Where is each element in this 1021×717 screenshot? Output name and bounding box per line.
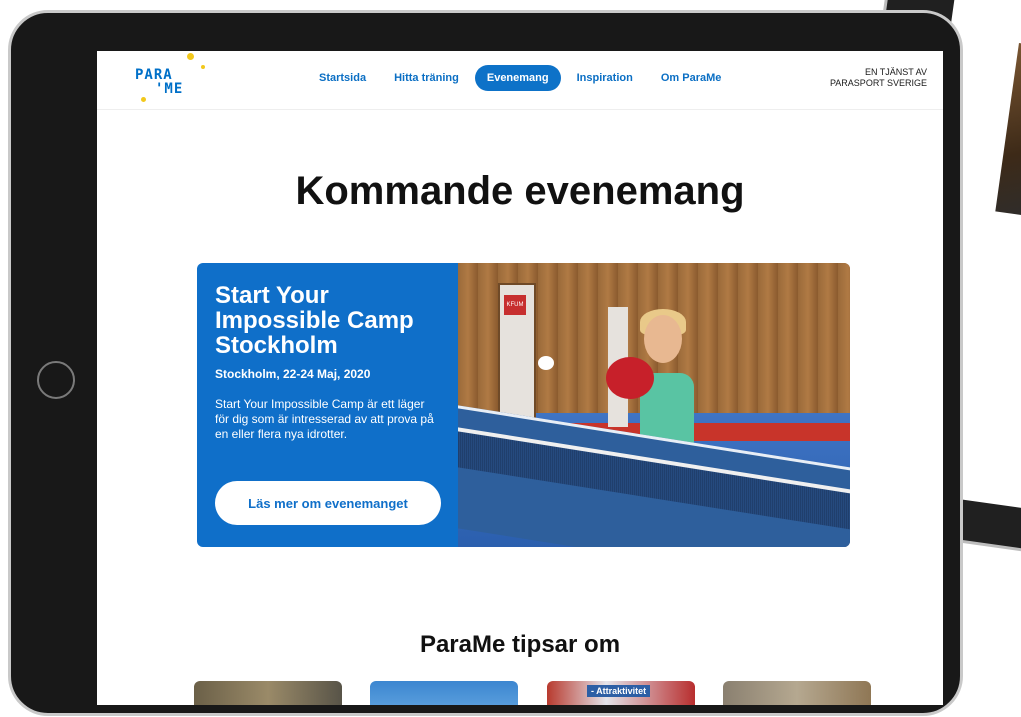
- tip-card[interactable]: - Attraktivitet: [547, 681, 695, 705]
- nav-inspiration[interactable]: Inspiration: [565, 65, 645, 91]
- home-button-icon: [37, 361, 75, 399]
- logo-dot-icon: [141, 97, 146, 102]
- event-title: Start Your Impossible Camp Stockholm: [215, 282, 414, 359]
- nav-startsida[interactable]: Startsida: [307, 65, 378, 91]
- website-screen: PARA 'ME Startsida Hitta träning Evenema…: [97, 51, 943, 705]
- page-title: Kommande evenemang: [295, 169, 745, 213]
- photo-sign: KFUM: [504, 295, 526, 315]
- tip-card[interactable]: [723, 681, 871, 705]
- logo-dot-icon: [187, 53, 194, 60]
- event-location-date: Stockholm, 22-24 Maj, 2020: [215, 367, 371, 381]
- tip-card[interactable]: [370, 681, 518, 705]
- tablet-frame: PARA 'ME Startsida Hitta träning Evenema…: [8, 10, 963, 716]
- nav-evenemang[interactable]: Evenemang: [474, 65, 561, 91]
- photo-player-head: [644, 315, 682, 363]
- tip-card[interactable]: [194, 681, 342, 705]
- event-card: Start Your Impossible Camp Stockholm Sto…: [197, 263, 850, 547]
- nav-om-parame[interactable]: Om ParaMe: [649, 65, 734, 91]
- background-photo: [995, 42, 1021, 220]
- tips-section-title: ParaMe tipsar om: [419, 631, 621, 658]
- parame-logo[interactable]: PARA 'ME: [135, 53, 205, 105]
- ball-icon: [538, 356, 554, 370]
- logo-text-me: 'ME: [155, 81, 184, 97]
- event-photo: KFUM: [458, 263, 850, 547]
- site-header: PARA 'ME Startsida Hitta träning Evenema…: [97, 51, 943, 110]
- paddle-icon: [606, 357, 654, 399]
- main-nav: Startsida Hitta träning Evenemang Inspir…: [307, 65, 733, 91]
- read-more-button[interactable]: Läs mer om evenemanget: [215, 481, 441, 525]
- logo-dot-icon: [201, 65, 205, 69]
- event-info-panel: Start Your Impossible Camp Stockholm Sto…: [197, 263, 458, 547]
- nav-hitta-traning[interactable]: Hitta träning: [382, 65, 471, 91]
- service-provider[interactable]: EN TJÄNST AV PARASPORT SVERIGE: [830, 67, 927, 89]
- tip-card-label: - Attraktivitet: [587, 685, 651, 697]
- service-line-2: PARASPORT SVERIGE: [829, 78, 927, 88]
- event-description: Start Your Impossible Camp är ett läger …: [215, 397, 434, 441]
- service-line-1: EN TJÄNST AV: [864, 67, 927, 77]
